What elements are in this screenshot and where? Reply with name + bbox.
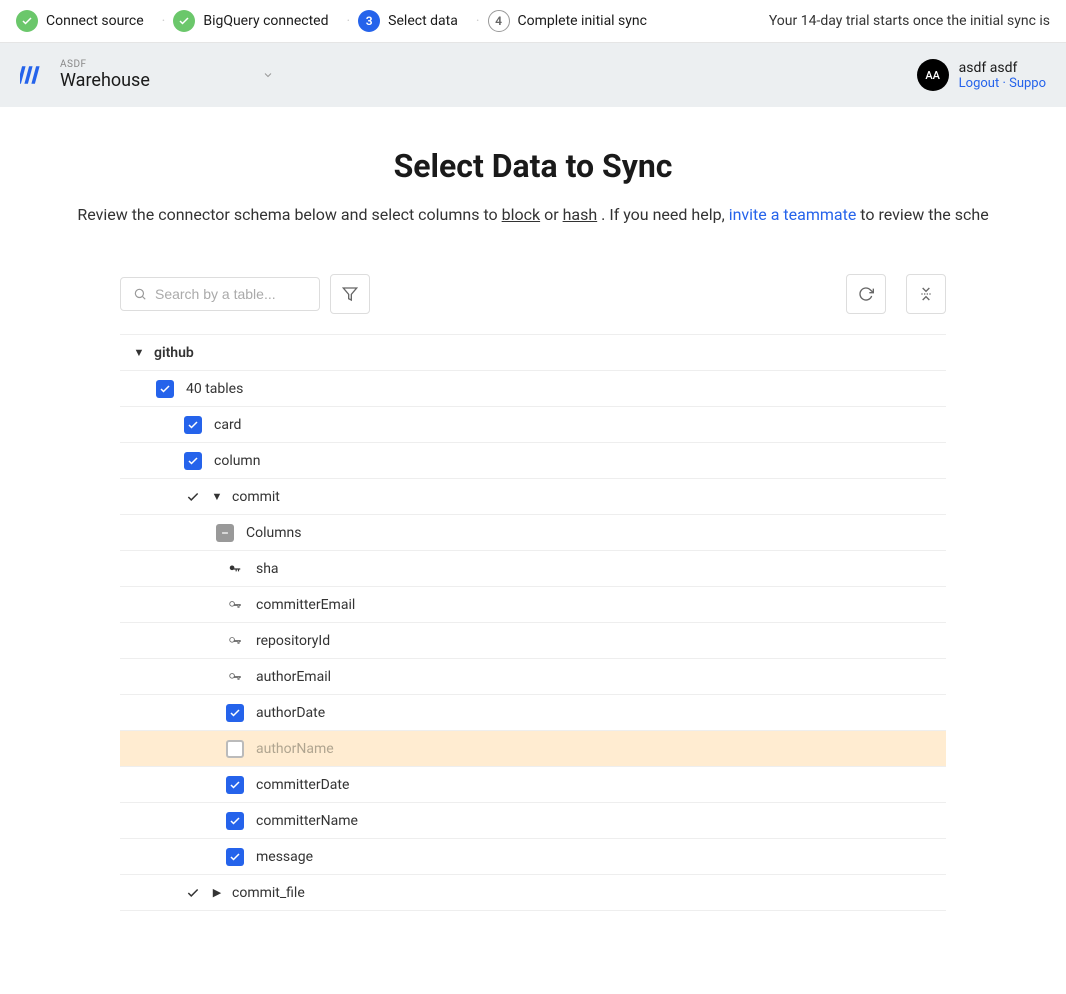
hash-term: hash — [563, 205, 598, 224]
table-row-card[interactable]: card — [120, 407, 946, 443]
checkbox[interactable] — [184, 452, 202, 470]
column-row-repositoryid[interactable]: repositoryId — [120, 623, 946, 659]
step-separator: · — [162, 13, 166, 29]
checkbox-indeterminate[interactable] — [216, 524, 234, 542]
checkmark-icon — [184, 490, 202, 504]
header: ASDF Warehouse AA asdf asdf Logout · Sup… — [0, 43, 1066, 107]
table-label: column — [214, 453, 260, 469]
schema-name: github — [154, 345, 194, 361]
table-row-commit-file[interactable]: ▶ commit_file — [120, 875, 946, 911]
column-row-committerdate[interactable]: committerDate — [120, 767, 946, 803]
column-row-committeremail[interactable]: committerEmail — [120, 587, 946, 623]
logo-icon — [20, 61, 48, 89]
progress-bar: Connect source · BigQuery connected · 3 … — [0, 0, 1066, 43]
column-row-sha[interactable]: sha — [120, 551, 946, 587]
checkbox[interactable] — [226, 776, 244, 794]
table-row-commit[interactable]: ▼ commit — [120, 479, 946, 515]
column-label: repositoryId — [256, 633, 330, 649]
table-label: commit — [232, 489, 280, 505]
foreign-key-icon — [226, 598, 244, 612]
step-bigquery-connected: BigQuery connected — [173, 10, 328, 32]
step-label: Connect source — [46, 13, 144, 29]
schema-tree: ▼ github 40 tables card column ▼ — [120, 334, 946, 911]
workspace-selector[interactable]: ASDF Warehouse — [20, 59, 274, 91]
page-title: Select Data to Sync — [60, 147, 1006, 185]
column-label: authorEmail — [256, 669, 331, 685]
toolbar — [120, 274, 946, 334]
column-label: committerName — [256, 813, 358, 829]
column-row-committername[interactable]: committerName — [120, 803, 946, 839]
columns-label: Columns — [246, 525, 301, 541]
column-label: committerEmail — [256, 597, 355, 613]
collapse-icon — [918, 286, 934, 302]
checkbox[interactable] — [226, 704, 244, 722]
check-icon — [173, 10, 195, 32]
step-connect-source: Connect source — [16, 10, 144, 32]
tables-count-label: 40 tables — [186, 381, 243, 397]
org-label: ASDF — [60, 59, 150, 70]
step-label: Complete initial sync — [518, 13, 647, 29]
foreign-key-icon — [226, 670, 244, 684]
refresh-button[interactable] — [846, 274, 886, 314]
checkbox[interactable] — [184, 416, 202, 434]
user-block: AA asdf asdf Logout · Suppo — [917, 59, 1046, 91]
search-input[interactable] — [155, 286, 307, 302]
search-input-wrapper[interactable] — [120, 277, 320, 311]
primary-key-icon — [226, 562, 244, 576]
table-row-column[interactable]: column — [120, 443, 946, 479]
main: Select Data to Sync Review the connector… — [0, 107, 1066, 911]
invite-teammate-link[interactable]: invite a teammate — [729, 205, 857, 224]
trial-text: Your 14-day trial starts once the initia… — [769, 13, 1050, 29]
collapse-button[interactable] — [906, 274, 946, 314]
step-separator: · — [476, 13, 480, 29]
checkbox[interactable] — [226, 812, 244, 830]
page-description: Review the connector schema below and se… — [60, 205, 1006, 224]
checkmark-icon — [184, 886, 202, 900]
schema-row[interactable]: ▼ github — [120, 335, 946, 371]
column-label: authorDate — [256, 705, 325, 721]
step-number-icon: 4 — [488, 10, 510, 32]
step-select-data: 3 Select data — [358, 10, 458, 32]
column-label: sha — [256, 561, 279, 577]
step-label: Select data — [388, 13, 458, 29]
checkbox[interactable] — [156, 380, 174, 398]
filter-icon — [342, 286, 358, 302]
tables-count-row[interactable]: 40 tables — [120, 371, 946, 407]
step-separator: · — [347, 13, 351, 29]
column-label: message — [256, 849, 313, 865]
chevron-down-icon — [262, 69, 274, 81]
column-label: committerDate — [256, 777, 349, 793]
step-complete-sync: 4 Complete initial sync — [488, 10, 647, 32]
logout-link[interactable]: Logout — [959, 76, 1000, 91]
user-name: asdf asdf — [959, 60, 1046, 76]
caret-right-icon[interactable]: ▶ — [210, 886, 224, 899]
column-row-authorname[interactable]: authorName — [120, 731, 946, 767]
search-icon — [133, 286, 147, 302]
column-label: authorName — [256, 741, 334, 757]
refresh-icon — [858, 286, 874, 302]
step-number-icon: 3 — [358, 10, 380, 32]
column-row-authoremail[interactable]: authorEmail — [120, 659, 946, 695]
checkbox[interactable] — [226, 740, 244, 758]
columns-header-row[interactable]: Columns — [120, 515, 946, 551]
foreign-key-icon — [226, 634, 244, 648]
check-icon — [16, 10, 38, 32]
org-title: Warehouse — [60, 70, 150, 91]
block-term: block — [502, 205, 540, 224]
filter-button[interactable] — [330, 274, 370, 314]
step-label: BigQuery connected — [203, 13, 328, 29]
table-label: card — [214, 417, 241, 433]
caret-down-icon[interactable]: ▼ — [210, 490, 224, 503]
caret-down-icon[interactable]: ▼ — [132, 346, 146, 359]
checkbox[interactable] — [226, 848, 244, 866]
support-link[interactable]: Suppo — [1009, 76, 1046, 91]
table-label: commit_file — [232, 885, 305, 901]
column-row-message[interactable]: message — [120, 839, 946, 875]
column-row-authordate[interactable]: authorDate — [120, 695, 946, 731]
avatar[interactable]: AA — [917, 59, 949, 91]
